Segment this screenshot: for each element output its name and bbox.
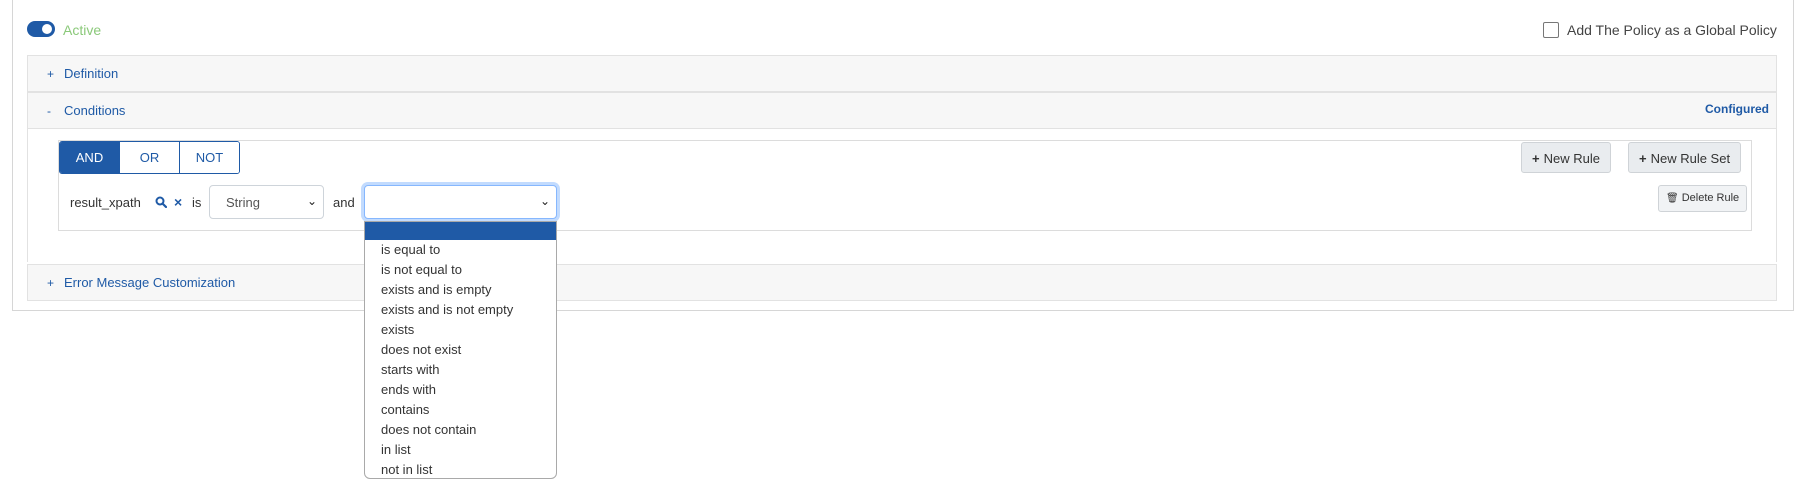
operator-option[interactable]: not in list	[365, 460, 556, 478]
logic-not-button[interactable]: NOT	[180, 142, 239, 173]
new-rule-button[interactable]: + New Rule	[1521, 142, 1611, 173]
conditions-title[interactable]: Conditions	[64, 103, 125, 118]
definition-title[interactable]: Definition	[64, 66, 118, 81]
operator-option[interactable]: exists and is empty	[365, 280, 556, 300]
operator-option[interactable]: is equal to	[365, 240, 556, 260]
operator-option[interactable]: does not contain	[365, 420, 556, 440]
expand-icon: +	[47, 67, 55, 81]
operator-option[interactable]: starts with	[365, 360, 556, 380]
global-policy-label[interactable]: Add The Policy as a Global Policy	[1567, 22, 1777, 38]
operator-option[interactable]: contains	[365, 400, 556, 420]
delete-rule-button[interactable]: 🗑 Delete Rule	[1658, 185, 1748, 212]
policy-editor: Active Add The Policy as a Global Policy…	[0, 0, 1814, 491]
global-policy-checkbox[interactable]	[1543, 22, 1559, 38]
new-rule-set-button[interactable]: + New Rule Set	[1628, 142, 1742, 173]
active-toggle[interactable]	[27, 21, 55, 37]
toggle-knob	[42, 24, 52, 34]
chevron-down-icon: ⌄	[539, 194, 550, 208]
expand-icon: +	[47, 276, 55, 290]
logic-or-button[interactable]: OR	[120, 142, 180, 173]
trash-icon: 🗑	[1666, 193, 1679, 204]
operator-option[interactable]: exists and is not empty	[365, 300, 556, 320]
operator-option[interactable]: exists	[365, 320, 556, 340]
logic-button-group: AND OR NOT	[59, 141, 240, 174]
delete-rule-label: Delete Rule	[1681, 192, 1740, 204]
error-message-panel-header[interactable]: + Error Message Customization	[27, 264, 1777, 301]
search-icon[interactable]	[155, 196, 167, 208]
new-rule-set-label: New Rule Set	[1650, 151, 1731, 166]
type-select-value: String	[226, 195, 260, 210]
is-label: is	[192, 195, 202, 210]
and-label: and	[333, 195, 355, 210]
conditions-panel-header[interactable]: - Conditions Configured	[27, 92, 1777, 129]
chevron-down-icon: ⌄	[306, 194, 317, 208]
plus-icon: +	[1639, 151, 1647, 166]
plus-icon: +	[1532, 151, 1540, 166]
operator-option[interactable]: ends with	[365, 380, 556, 400]
operator-option[interactable]: is not equal to	[365, 260, 556, 280]
operator-select[interactable]: ⌄	[364, 185, 557, 219]
close-icon[interactable]: ×	[174, 194, 182, 210]
operator-dropdown-list: is equal to is not equal to exists and i…	[364, 221, 557, 479]
collapse-icon: -	[47, 104, 51, 118]
logic-and-button[interactable]: AND	[60, 142, 120, 173]
new-rule-label: New Rule	[1543, 151, 1600, 166]
operator-option[interactable]: does not exist	[365, 340, 556, 360]
error-message-title[interactable]: Error Message Customization	[64, 275, 235, 290]
configured-badge: Configured	[1705, 102, 1769, 116]
operator-option[interactable]	[365, 222, 556, 240]
operator-option[interactable]: in list	[365, 440, 556, 460]
definition-panel-header[interactable]: + Definition	[27, 55, 1777, 92]
rule-field-name: result_xpath	[70, 195, 141, 210]
active-label: Active	[63, 22, 102, 38]
type-select[interactable]: String ⌄	[209, 185, 324, 219]
